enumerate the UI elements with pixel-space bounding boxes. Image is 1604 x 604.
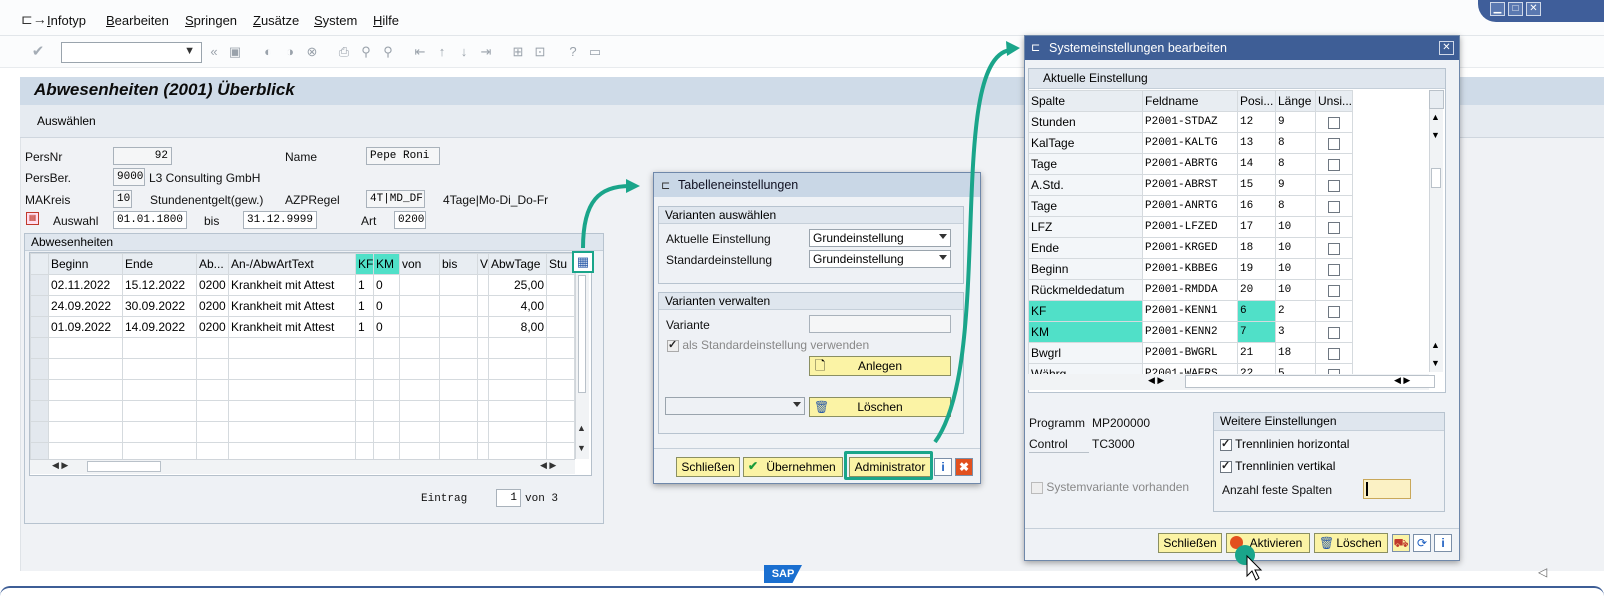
mouse-cursor-icon xyxy=(1246,554,1263,581)
arrow-head xyxy=(1006,41,1020,56)
arrow-head xyxy=(626,179,640,193)
arrow-to-table-settings xyxy=(581,184,631,249)
arrow-to-system-settings xyxy=(933,48,1011,444)
annotation-arrows xyxy=(581,41,1263,581)
